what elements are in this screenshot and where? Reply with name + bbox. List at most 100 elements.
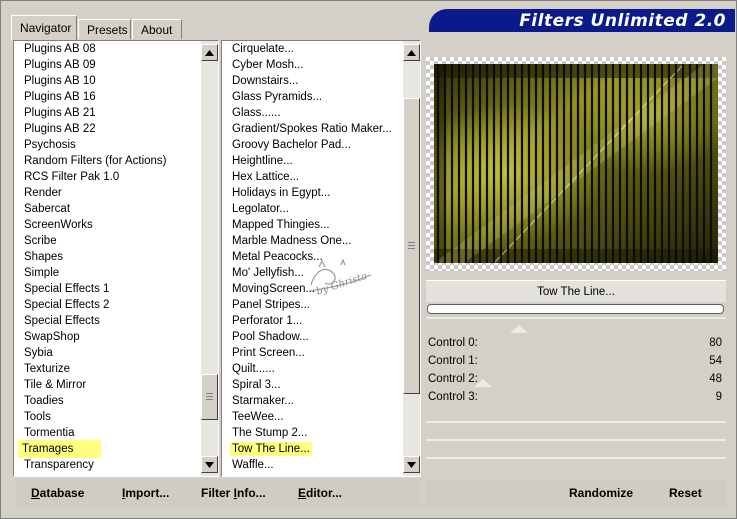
list-item[interactable]: Shapes [14, 249, 201, 265]
list-item[interactable]: Quilt...... [222, 361, 403, 377]
list-item[interactable]: Groovy Bachelor Pad... [222, 137, 403, 153]
control-1-value: 54 [709, 355, 722, 367]
list-item[interactable]: Special Effects 2 [14, 297, 201, 313]
list-item[interactable]: Sybia [14, 345, 201, 361]
list-item-label: Waffle... [232, 459, 274, 471]
filter-preview-image[interactable] [434, 64, 718, 263]
list-item-label: Sybia [24, 347, 53, 359]
list-item[interactable]: Tools [14, 409, 201, 425]
list-item-label: Plugins AB 10 [24, 75, 96, 87]
list-item[interactable]: Texturize [14, 361, 201, 377]
list-item[interactable]: Mapped Thingies... [222, 217, 403, 233]
list-item[interactable]: Marble Madness One... [222, 233, 403, 249]
list-item[interactable]: Holidays in Egypt... [222, 185, 403, 201]
list-item[interactable]: Plugins AB 10 [14, 73, 201, 89]
randomize-button[interactable]: Randomize [569, 479, 633, 507]
scroll-down-button[interactable] [201, 456, 218, 473]
list-item[interactable]: Scribe [14, 233, 201, 249]
list-item[interactable]: Hex Lattice... [222, 169, 403, 185]
list-item[interactable]: TeeWee... [222, 409, 403, 425]
list-item-label: Marble Madness One... [232, 235, 352, 247]
list-item-label: Glass Pyramids... [232, 91, 323, 103]
control-2-value: 48 [709, 373, 722, 385]
list-item[interactable]: Plugins AB 22 [14, 121, 201, 137]
list-item-label: Starmaker... [232, 395, 294, 407]
list-item[interactable]: Glass Pyramids... [222, 89, 403, 105]
list-item[interactable]: Psychosis [14, 137, 201, 153]
list-item[interactable]: Tile & Mirror [14, 377, 201, 393]
filter-info-button[interactable]: Filter Info... [201, 479, 266, 507]
list-item[interactable]: Random Filters (for Actions) [14, 153, 201, 169]
list-item[interactable]: Plugins AB 21 [14, 105, 201, 121]
list-item[interactable]: Heightline... [222, 153, 403, 169]
list-item[interactable]: Cyber Mosh... [222, 57, 403, 73]
list-item[interactable]: Plugins AB 09 [14, 57, 201, 73]
list-item[interactable]: RCS Filter Pak 1.0 [14, 169, 201, 185]
list-item[interactable]: Downstairs... [222, 73, 403, 89]
selected-filter-label: Tow The Line... [426, 280, 726, 302]
list-item-label: Plugins AB 08 [24, 43, 96, 55]
list-item-label: TeeWee... [232, 411, 284, 423]
database-button[interactable]: Database [31, 479, 84, 507]
list-item-label: Scribe [24, 235, 57, 247]
list-item[interactable]: Special Effects 1 [14, 281, 201, 297]
filter-scrollbar[interactable] [403, 41, 420, 476]
list-item[interactable]: Plugins AB 16 [14, 89, 201, 105]
scroll-thumb[interactable] [403, 98, 420, 394]
list-item[interactable]: The Stump 2... [222, 425, 403, 441]
list-item[interactable]: Spiral 3... [222, 377, 403, 393]
svg-text:by Ghrista: by Ghrista [315, 271, 369, 298]
list-item[interactable]: Toadies [14, 393, 201, 409]
list-item-label: Tormentia [24, 427, 75, 439]
tab-navigator[interactable]: Navigator [11, 15, 77, 40]
list-item-label: Special Effects 1 [24, 283, 110, 295]
list-item[interactable]: Print Screen... [222, 345, 403, 361]
category-list[interactable]: Plugins AB 08 Plugins AB 09 Plugins AB 10 P… [14, 41, 201, 476]
control-3-row[interactable]: Control 3: 9 [426, 388, 726, 406]
slider-marker[interactable] [510, 325, 528, 333]
list-item[interactable]: Legolator... [222, 201, 403, 217]
list-item[interactable]: Perforator 1... [222, 313, 403, 329]
list-item[interactable]: ScreenWorks [14, 217, 201, 233]
list-item-label: Hex Lattice... [232, 171, 300, 183]
import-button[interactable]: Import... [122, 479, 169, 507]
app-title: Filters Unlimited 2.0 [519, 11, 726, 31]
list-item[interactable]: Tow The Line... [222, 441, 403, 457]
list-item[interactable]: Simple [14, 265, 201, 281]
list-item[interactable]: Tormentia [14, 425, 201, 441]
scroll-thumb[interactable] [201, 374, 218, 420]
list-item[interactable]: SwapShop [14, 329, 201, 345]
scroll-down-button[interactable] [403, 456, 420, 473]
list-item[interactable]: Sabercat [14, 201, 201, 217]
editor-button[interactable]: Editor... [298, 479, 342, 507]
list-item[interactable]: Cirquelate... [222, 41, 403, 57]
list-item[interactable]: Plugins AB 08 [14, 41, 201, 57]
list-item-label: Gradient/Spokes Ratio Maker... [232, 123, 392, 135]
control-2-row[interactable]: Control 2: 48 [426, 370, 726, 388]
list-item-label: The Stump 2... [232, 427, 308, 439]
list-item[interactable]: Gradient/Spokes Ratio Maker... [222, 121, 403, 137]
tab-presets[interactable]: Presets [78, 19, 131, 39]
list-item[interactable]: Waffle... [222, 457, 403, 473]
list-item-label: Random Filters (for Actions) [24, 155, 167, 167]
list-item-label: Toadies [24, 395, 64, 407]
scroll-up-button[interactable] [403, 44, 420, 61]
list-item[interactable]: Transparency [14, 457, 201, 473]
list-item-label: Heightline... [232, 155, 293, 167]
list-item[interactable]: Glass...... [222, 105, 403, 121]
control-0-row[interactable]: Control 0: 80 [426, 334, 726, 352]
list-item[interactable]: Starmaker... [222, 393, 403, 409]
list-item-label: Perforator 1... [232, 315, 303, 327]
control-1-row[interactable]: Control 1: 54 [426, 352, 726, 370]
bottom-toolbar-left: Database Import... Filter Info... Editor… [15, 479, 421, 507]
reset-button[interactable]: Reset [669, 479, 702, 507]
scroll-up-button[interactable] [201, 44, 218, 61]
category-scrollbar[interactable] [201, 41, 218, 476]
list-item[interactable]: Special Effects [14, 313, 201, 329]
list-item[interactable]: Render [14, 185, 201, 201]
list-item[interactable]: Pool Shadow... [222, 329, 403, 345]
triangle-down-icon [407, 461, 416, 468]
tab-about[interactable]: About [132, 19, 182, 39]
list-item-label: Cirquelate... [232, 43, 295, 55]
list-item[interactable]: Tramages [14, 440, 201, 458]
